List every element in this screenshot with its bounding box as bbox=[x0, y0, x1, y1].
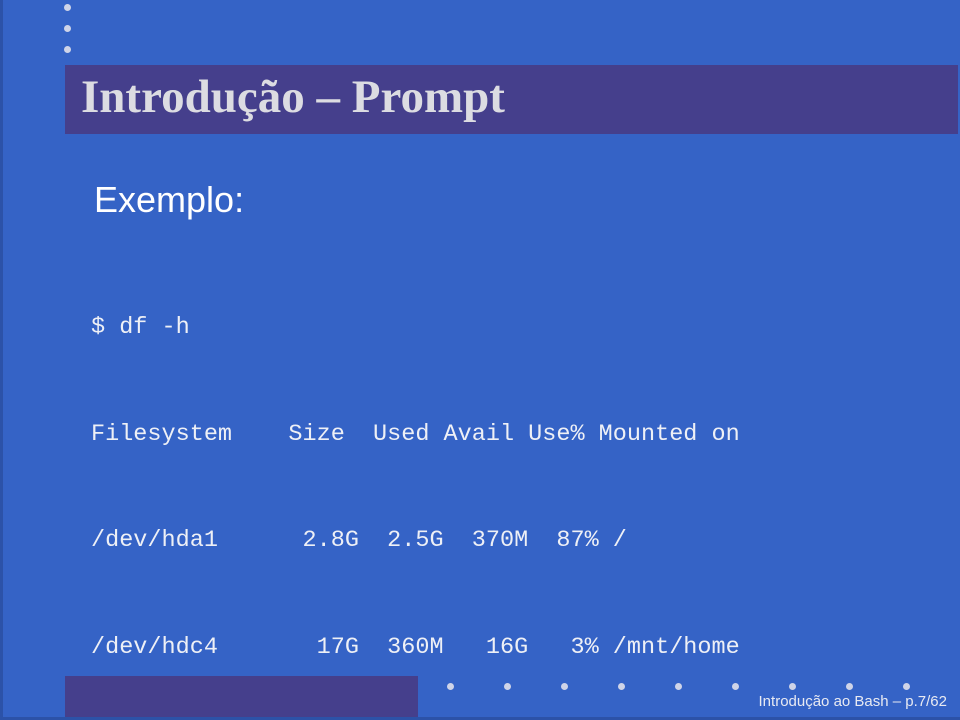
decorative-dot-icon bbox=[561, 683, 568, 690]
footer-note: Introdução ao Bash – p.7/62 bbox=[758, 693, 947, 710]
decorative-dot-icon bbox=[447, 683, 454, 690]
decorative-dot-icon bbox=[789, 683, 796, 690]
decorative-dot-icon bbox=[504, 683, 511, 690]
terminal-command-line: $ df -h bbox=[91, 314, 190, 341]
terminal-output-block: $ df -h Filesystem Size Used Avail Use% … bbox=[91, 239, 754, 717]
terminal-table-header: Filesystem Size Used Avail Use% Mounted … bbox=[91, 420, 740, 448]
decorative-dot-icon bbox=[903, 683, 910, 690]
page-title: Introdução – Prompt bbox=[81, 71, 505, 123]
terminal-row: /dev/hdc4 17G 360M 16G 3% /mnt/home bbox=[91, 633, 740, 661]
title-band: Introdução – Prompt bbox=[65, 65, 958, 134]
decorative-dot-icon bbox=[618, 683, 625, 690]
top-decorative-dots bbox=[64, 0, 78, 62]
decorative-dot-icon bbox=[846, 683, 853, 690]
footer-band bbox=[65, 676, 418, 717]
slide: Introdução – Prompt Exemplo: $ df -h Fil… bbox=[0, 0, 960, 720]
decorative-dot-icon bbox=[64, 4, 71, 11]
decorative-dot-icon bbox=[64, 25, 71, 32]
decorative-dot-icon bbox=[675, 683, 682, 690]
decorative-dot-icon bbox=[732, 683, 739, 690]
decorative-dot-icon bbox=[64, 46, 71, 53]
terminal-row: /dev/hda1 2.8G 2.5G 370M 87% / bbox=[91, 527, 627, 554]
example-heading: Exemplo: bbox=[94, 179, 245, 220]
